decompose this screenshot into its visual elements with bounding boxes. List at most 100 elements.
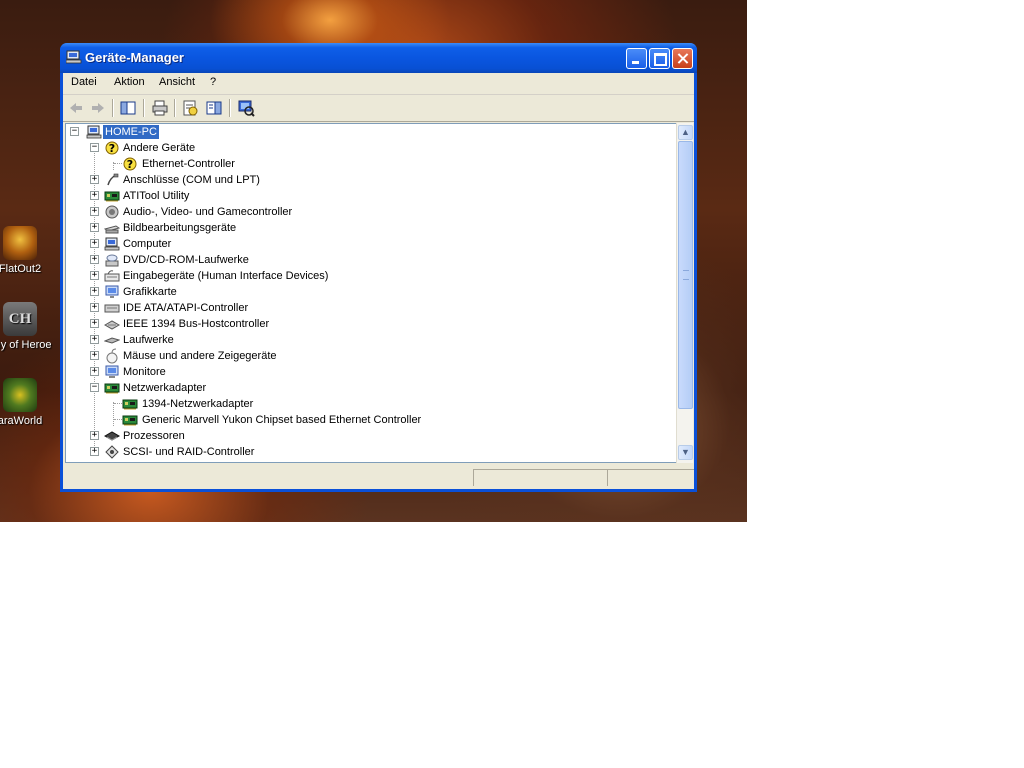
mouse-icon	[106, 348, 118, 364]
desktop-icon-company-of-heroes[interactable]: CH any of Heroe	[0, 302, 56, 351]
tree-item-label: Mäuse und andere Zeigegeräte	[123, 350, 277, 362]
svg-text:?: ?	[127, 158, 133, 171]
expand-icon[interactable]: +	[90, 367, 99, 376]
tree-item-label: Bildbearbeitungsgeräte	[123, 222, 237, 234]
expand-icon[interactable]: +	[90, 287, 99, 296]
maximize-button[interactable]	[649, 48, 670, 69]
desktop-icon-label: araWorld	[0, 415, 43, 427]
tree-item-label: Computer	[123, 238, 172, 250]
speaker-icon	[105, 205, 119, 219]
scroll-up-button[interactable]: ▲	[678, 125, 693, 140]
desktop-icon-xfire[interactable]: araWorld	[0, 378, 56, 427]
tree-item-label: Laufwerke	[123, 334, 174, 346]
scsi-icon	[105, 445, 119, 459]
scroll-down-button[interactable]: ▼	[678, 445, 693, 460]
tree-item-label: Eingabegeräte (Human Interface Devices)	[123, 270, 329, 282]
collapse-icon[interactable]: −	[90, 383, 99, 392]
company-of-heroes-icon: CH	[3, 302, 37, 336]
tree-item-label: Grafikkarte	[123, 286, 177, 298]
tree-item-label: HOME-PC	[103, 125, 159, 139]
tree-item-label: DVD/CD-ROM-Laufwerke	[123, 254, 249, 266]
tree-line	[114, 163, 122, 164]
tree-item-label: Andere Geräte	[123, 142, 196, 154]
toolbar	[63, 95, 694, 122]
tree-item-label: SCSI- und RAID-Controller	[123, 446, 255, 458]
tree-item-label: IDE ATA/ATAPI-Controller	[123, 302, 249, 314]
desktop-icon-flatout2[interactable]: FlatOut2	[0, 226, 56, 275]
desktop-icon-label: any of Heroe	[0, 339, 52, 351]
toolbar-separator	[112, 99, 114, 117]
collapse-icon[interactable]: −	[70, 127, 79, 136]
title-bar[interactable]: Geräte-Manager	[60, 43, 697, 73]
board-icon	[104, 191, 120, 202]
expand-icon[interactable]: +	[90, 223, 99, 232]
expand-icon[interactable]: +	[90, 303, 99, 312]
menu-datei[interactable]: Datei	[71, 76, 97, 88]
menu-ansicht[interactable]: Ansicht	[159, 76, 195, 88]
cdrom-icon	[105, 254, 119, 267]
tree-item-label: Prozessoren	[123, 430, 185, 442]
back-icon[interactable]	[67, 99, 85, 117]
unknown-device-icon: ?	[123, 157, 137, 171]
forward-icon[interactable]	[89, 99, 107, 117]
computer-icon	[104, 237, 120, 251]
board-icon	[122, 415, 138, 426]
collapse-icon[interactable]: −	[90, 143, 99, 152]
status-pane	[607, 469, 694, 486]
flatout2-icon	[3, 226, 37, 260]
window-title: Geräte-Manager	[85, 50, 184, 65]
scroll-thumb[interactable]	[678, 141, 693, 409]
close-button[interactable]	[672, 48, 693, 69]
board-icon	[122, 399, 138, 410]
expand-icon[interactable]: +	[90, 175, 99, 184]
print-icon[interactable]	[151, 99, 169, 117]
console-tree-icon[interactable]	[119, 99, 137, 117]
scan-hardware-icon[interactable]	[237, 99, 255, 117]
port-icon	[107, 173, 119, 186]
status-pane	[473, 469, 607, 486]
toolbar-separator	[143, 99, 145, 117]
tree-item-label: IEEE 1394 Bus-Hostcontroller	[123, 318, 270, 330]
tree-item-label: Netzwerkadapter	[123, 382, 207, 394]
menu-help[interactable]: ?	[210, 76, 216, 88]
expand-icon[interactable]: +	[90, 239, 99, 248]
unknown-device-icon: ?	[105, 141, 119, 155]
expand-icon[interactable]: +	[90, 191, 99, 200]
vertical-scrollbar[interactable]: ▲ ▼	[676, 123, 693, 463]
xfire-icon	[3, 378, 37, 412]
monitor-icon	[105, 365, 119, 378]
tree-item-label: Ethernet-Controller	[142, 158, 235, 170]
toolbar-separator	[174, 99, 176, 117]
expand-icon[interactable]: +	[90, 271, 99, 280]
menu-aktion[interactable]: Aktion	[114, 76, 145, 88]
help-icon[interactable]	[205, 99, 223, 117]
disk-drive-icon	[104, 337, 120, 344]
properties-icon[interactable]	[181, 99, 199, 117]
expand-icon[interactable]: +	[90, 319, 99, 328]
window-client-area: Datei Aktion Ansicht ? − HOME-PC − ? And…	[63, 73, 694, 489]
tree-item-label: Monitore	[123, 366, 166, 378]
tree-line	[114, 403, 122, 404]
tree-line	[113, 402, 114, 426]
svg-text:?: ?	[109, 142, 115, 155]
device-manager-icon	[66, 50, 82, 64]
expand-icon[interactable]: +	[90, 255, 99, 264]
computer-icon	[86, 125, 102, 139]
status-bar	[63, 466, 694, 488]
toolbar-separator	[229, 99, 231, 117]
minimize-button[interactable]	[626, 48, 647, 69]
menu-bar: Datei Aktion Ansicht ?	[63, 73, 694, 95]
desktop-icon-label: FlatOut2	[0, 263, 42, 275]
tree-line	[114, 419, 122, 420]
expand-icon[interactable]: +	[90, 335, 99, 344]
tree-item-label: Anschlüsse (COM und LPT)	[123, 174, 260, 186]
device-manager-window: Geräte-Manager Datei Aktion Ansicht ? − …	[60, 43, 697, 492]
expand-icon[interactable]: +	[90, 207, 99, 216]
device-tree[interactable]: − HOME-PC −? Andere Geräte? Ethernet-Control…	[65, 123, 678, 463]
cpu-icon	[104, 431, 120, 441]
expand-icon[interactable]: +	[90, 351, 99, 360]
tree-item-label: ATITool Utility	[123, 190, 190, 202]
expand-icon[interactable]: +	[90, 447, 99, 456]
expand-icon[interactable]: +	[90, 431, 99, 440]
display-icon	[105, 285, 119, 298]
